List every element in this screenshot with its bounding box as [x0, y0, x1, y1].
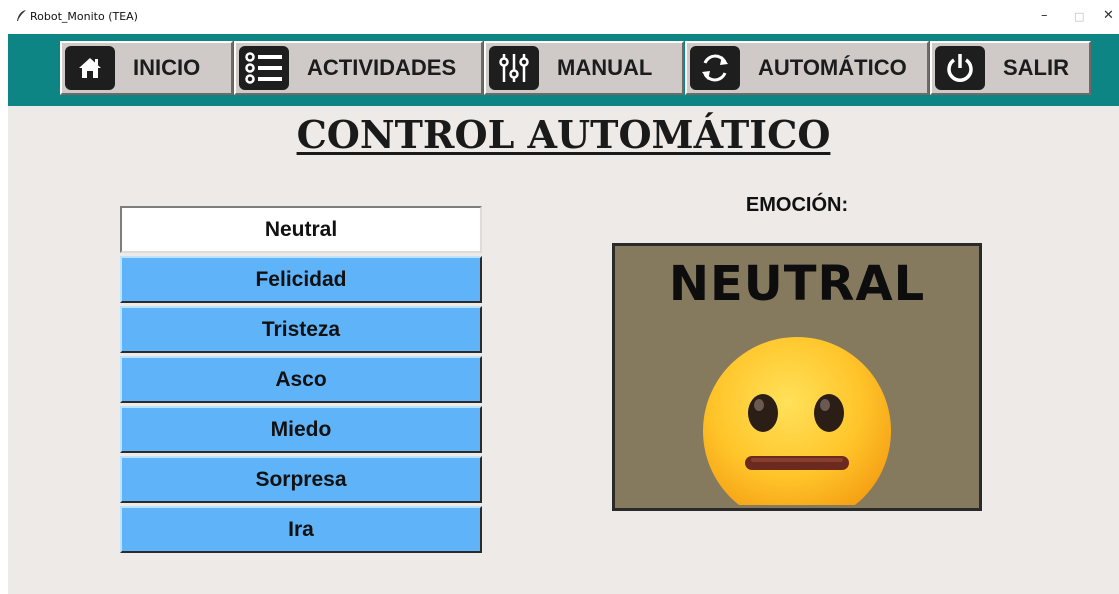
- nav-automatico-label: AUTOMÁTICO: [758, 55, 907, 80]
- neutral-face-icon: [703, 337, 891, 505]
- window-title: Robot_Monito (TEA): [30, 10, 138, 23]
- emotion-button-miedo[interactable]: Miedo: [120, 406, 482, 453]
- emotion-button-sorpresa[interactable]: Sorpresa: [120, 456, 482, 503]
- minimize-button[interactable]: –: [1041, 8, 1048, 23]
- sliders-icon: [489, 46, 539, 90]
- close-button[interactable]: ✕: [1103, 8, 1114, 23]
- nav-manual-label: MANUAL: [557, 55, 653, 80]
- home-icon: [65, 46, 115, 90]
- emotion-display-text: NEUTRAL: [668, 256, 926, 312]
- emotion-button-neutral[interactable]: Neutral: [120, 206, 482, 253]
- emotion-list: Neutral Felicidad Tristeza Asco Miedo So…: [120, 206, 482, 556]
- nav-manual-button[interactable]: MANUAL: [484, 41, 684, 95]
- page-title: CONTROL AUTOMÁTICO: [296, 112, 831, 157]
- feather-icon: [17, 10, 26, 21]
- app-area: INICIO ACTIVIDADES MANUAL AUTOMÁTICO SAL…: [8, 34, 1119, 594]
- nav-salir-button[interactable]: SALIR: [930, 41, 1091, 95]
- emotion-button-felicidad[interactable]: Felicidad: [120, 256, 482, 303]
- refresh-icon: [690, 46, 740, 90]
- nav-actividades-label: ACTIVIDADES: [307, 55, 457, 80]
- emotion-heading: EMOCIÓN:: [745, 194, 849, 216]
- emotion-display-panel: NEUTRAL: [612, 243, 982, 511]
- maximize-button[interactable]: □: [1074, 10, 1084, 23]
- window-titlebar: Robot_Monito (TEA) – □ ✕: [0, 0, 1119, 34]
- nav-inicio-label: INICIO: [133, 55, 201, 80]
- emotion-button-asco[interactable]: Asco: [120, 356, 482, 403]
- nav-salir-label: SALIR: [1003, 55, 1069, 80]
- power-icon: [935, 46, 985, 90]
- emotion-button-ira[interactable]: Ira: [120, 506, 482, 553]
- nav-inicio-button[interactable]: INICIO: [60, 41, 233, 95]
- nav-actividades-button[interactable]: ACTIVIDADES: [234, 41, 483, 95]
- navbar: INICIO ACTIVIDADES MANUAL AUTOMÁTICO SAL…: [8, 34, 1119, 106]
- nav-automatico-button[interactable]: AUTOMÁTICO: [685, 41, 929, 95]
- emotion-button-tristeza[interactable]: Tristeza: [120, 306, 482, 353]
- list-icon: [239, 46, 289, 90]
